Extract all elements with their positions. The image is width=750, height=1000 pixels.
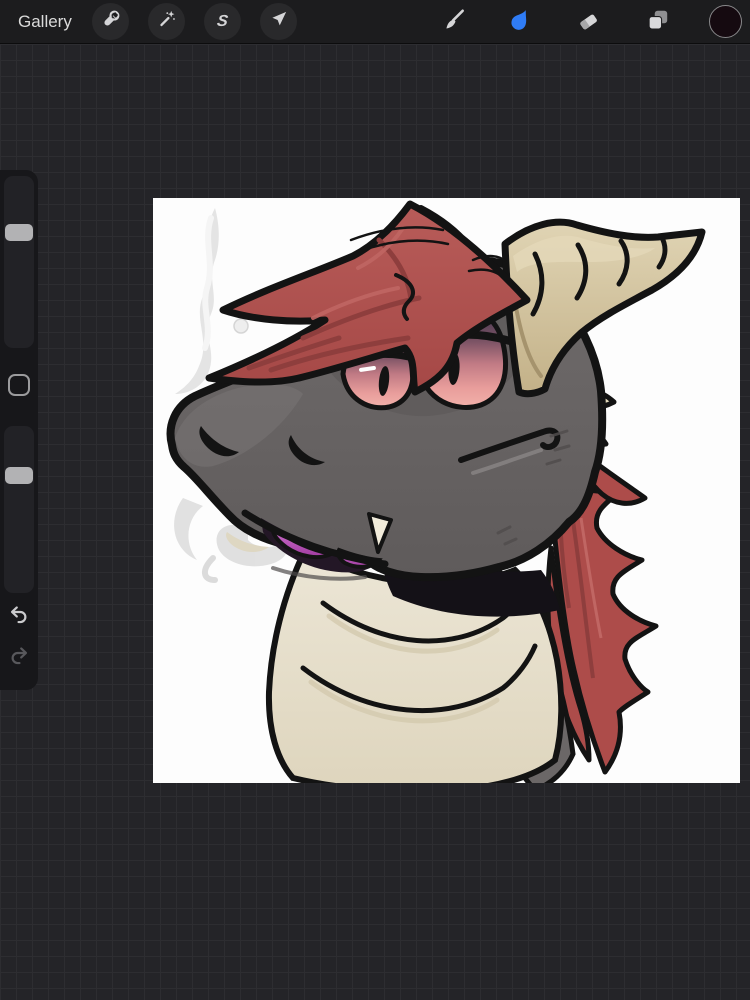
transform-arrow-icon [268,8,290,35]
layers-icon [645,7,671,38]
selection-button[interactable]: S [204,3,241,40]
smudge-finger-icon [507,6,534,38]
magic-wand-icon [156,8,178,35]
drawing-canvas[interactable] [153,198,740,783]
brush-sidebar [0,170,38,690]
color-swatch-circle[interactable] [709,5,742,38]
redo-button[interactable] [8,645,30,672]
top-toolbar: Gallery S [0,0,750,44]
redo-arrow-icon [8,645,30,672]
paintbrush-icon [441,7,467,38]
procreate-window: Gallery S [0,0,750,1000]
paint-tool-button[interactable] [440,8,468,36]
eraser-icon [575,7,601,38]
brush-size-slider[interactable] [4,176,34,348]
smudge-tool-button[interactable] [506,8,534,36]
undo-button[interactable] [8,604,30,631]
adjustments-button[interactable] [148,3,185,40]
artwork-dragon [166,200,706,783]
opacity-slider[interactable] [4,426,34,593]
modify-button[interactable] [8,374,30,396]
layers-button[interactable] [644,8,672,36]
opacity-handle[interactable] [5,467,33,484]
transform-button[interactable] [260,3,297,40]
undo-arrow-icon [8,604,30,631]
gallery-button[interactable]: Gallery [18,0,72,44]
wrench-icon [100,8,122,35]
actions-button[interactable] [92,3,129,40]
brush-size-handle[interactable] [5,224,33,241]
selection-s-icon: S [216,12,230,30]
erase-tool-button[interactable] [574,8,602,36]
